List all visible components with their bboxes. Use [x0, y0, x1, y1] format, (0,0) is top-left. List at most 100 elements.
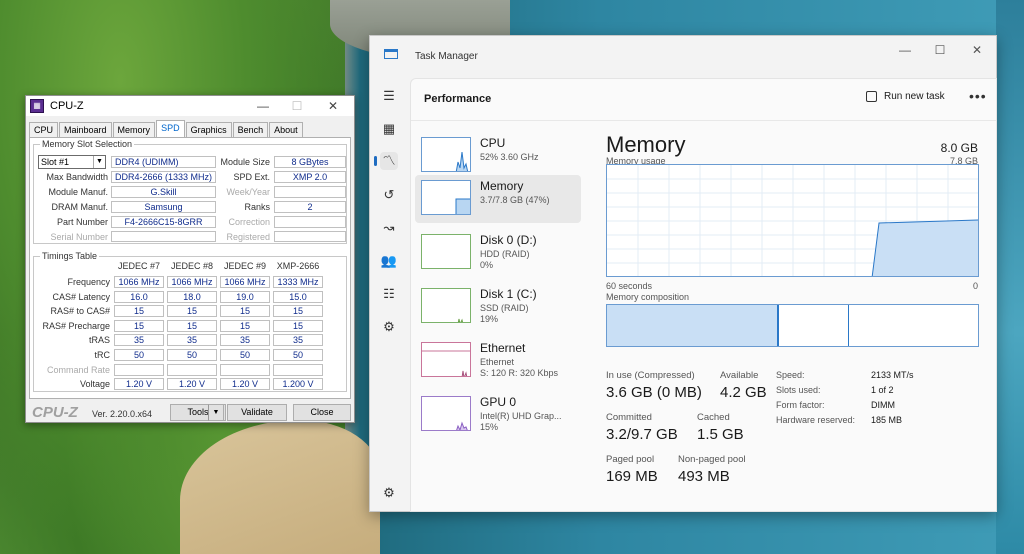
resource-sub: HDD (RAID) 0%: [480, 249, 530, 271]
close-button[interactable]: Close: [293, 404, 351, 421]
max-bandwidth: DDR4-2666 (1333 MHz): [111, 171, 216, 183]
cpuz-titlebar[interactable]: ▦ CPU-Z — ☐ ✕: [26, 96, 354, 116]
memory-usage-graph: [606, 164, 979, 277]
timing-cell: 1.20 V: [114, 378, 164, 391]
tm-sidebar: ☰ ▦ 〽 ↺ ↝ 👥 ☷ ⚙ ⚙: [370, 80, 408, 510]
resource-ethernet[interactable]: Ethernet Ethernet S: 120 R: 320 Kbps: [415, 337, 581, 385]
timing-cell: 1066 MHz: [220, 276, 270, 288]
slot-select[interactable]: Slot #1 ▼: [38, 155, 106, 169]
tm-titlebar[interactable]: Task Manager — ☐ ✕: [370, 36, 996, 70]
timing-cell: [273, 363, 323, 376]
timing-row-label: RAS# to CAS#: [50, 306, 110, 317]
slots-used-label: Slots used:: [776, 385, 821, 395]
ethernet-throughput: S: 120 R: 320 Kbps: [480, 368, 559, 378]
available-label: Available: [720, 370, 759, 381]
cpuz-app-icon: ▦: [30, 99, 44, 113]
timing-cell: 15: [114, 305, 164, 318]
timing-row-label: Frequency: [67, 277, 110, 287]
cpuz-title: CPU-Z: [50, 100, 84, 112]
performance-icon[interactable]: 〽: [374, 152, 398, 170]
timing-cell: 1066 MHz: [167, 276, 217, 288]
week-year-label: Week/Year: [226, 187, 270, 197]
nonpaged-pool-value: 493 MB: [678, 468, 730, 485]
memory-mini-graph: [421, 180, 471, 215]
timing-cell: 15.0: [273, 290, 323, 303]
hamburger-menu-icon[interactable]: ☰: [380, 87, 398, 105]
composition-in-use: [607, 305, 779, 346]
memory-slot-group: Memory Slot Selection Slot #1 ▼ DDR4 (UD…: [33, 139, 347, 244]
resource-memory[interactable]: Memory 3.7/7.8 GB (47%): [415, 175, 581, 223]
disk0-usage: 0%: [480, 260, 494, 270]
chevron-down-icon: ▼: [93, 156, 105, 168]
paged-pool-label: Paged pool: [606, 454, 655, 465]
graph-time-left: 60 seconds: [606, 281, 653, 291]
timing-cell: 35: [114, 334, 164, 347]
timing-row-label: RAS# Precharge: [42, 320, 110, 331]
minimize-icon[interactable]: —: [248, 96, 278, 116]
timing-row-label: tRC: [94, 350, 111, 360]
module-manuf: G.Skill: [111, 186, 216, 198]
settings-gear-icon[interactable]: ⚙: [380, 484, 398, 502]
timing-cell: 50: [273, 349, 323, 361]
resource-name: Ethernet: [480, 341, 526, 355]
gpu-usage: 15%: [480, 422, 499, 432]
resource-disk-1[interactable]: Disk 1 (C:) SSD (RAID) 19%: [415, 283, 581, 331]
startup-apps-icon[interactable]: ↝: [380, 219, 398, 237]
timing-cell: 1.200 V: [273, 378, 323, 391]
speed-label: Speed:: [776, 370, 805, 380]
nonpaged-pool-label: Non-paged pool: [678, 454, 746, 465]
part-number-label: Part Number: [56, 217, 108, 227]
col-jedec-9: JEDEC #9: [223, 261, 267, 271]
services-icon[interactable]: ⚙: [380, 318, 398, 336]
users-icon[interactable]: 👥: [380, 252, 398, 270]
maximize-icon[interactable]: ☐: [282, 96, 312, 116]
details-icon[interactable]: ☷: [380, 285, 398, 303]
maximize-icon[interactable]: ☐: [925, 40, 955, 60]
timing-cell: 16.0: [114, 290, 164, 303]
run-new-task-label: Run new task: [884, 91, 945, 102]
module-manuf-label: Module Manuf.: [48, 187, 108, 197]
resource-name: Disk 0 (D:): [480, 233, 537, 247]
registered: [274, 231, 346, 242]
task-manager-app-icon: [384, 49, 398, 59]
resource-sub: Ethernet S: 120 R: 320 Kbps: [480, 357, 558, 379]
minimize-icon[interactable]: —: [890, 40, 920, 60]
timing-cell: [220, 363, 270, 376]
resource-sub: Intel(R) UHD Grap... 15%: [480, 411, 562, 433]
timing-cell: [167, 363, 217, 376]
timing-cell: 50: [114, 349, 164, 361]
resource-disk-0[interactable]: Disk 0 (D:) HDD (RAID) 0%: [415, 229, 581, 277]
timing-row-label: Voltage: [79, 379, 110, 390]
cpuz-version: Ver. 2.20.0.x64: [92, 409, 153, 419]
timing-cell: 15: [273, 319, 323, 332]
close-icon[interactable]: ✕: [318, 96, 348, 116]
gpu-model: Intel(R) UHD Grap...: [480, 411, 562, 421]
tools-dropdown-icon[interactable]: ▼: [208, 404, 224, 421]
run-new-task-button[interactable]: Run new task: [866, 91, 945, 102]
cpuz-tabs: CPU Mainboard Memory SPD Graphics Bench …: [26, 116, 354, 140]
validate-button[interactable]: Validate: [227, 404, 287, 421]
close-icon[interactable]: ✕: [962, 40, 992, 60]
more-options-icon[interactable]: •••: [969, 88, 987, 104]
resource-cpu[interactable]: CPU 52% 3.60 GHz: [415, 132, 581, 180]
col-jedec-7: JEDEC #7: [117, 261, 161, 271]
ranks-label: Ranks: [244, 202, 270, 212]
graph-time-right: 0: [972, 281, 978, 291]
correction-label: Correction: [228, 217, 270, 227]
resource-sub: SSD (RAID) 19%: [480, 303, 529, 325]
disk1-type: SSD (RAID): [480, 303, 529, 313]
disk0-mini-graph: [421, 234, 471, 269]
app-history-icon[interactable]: ↺: [380, 186, 398, 204]
spd-ext-label: SPD Ext.: [233, 172, 270, 182]
module-size: 8 GBytes: [274, 156, 346, 168]
resource-sub: 52% 3.60 GHz: [480, 152, 539, 162]
timing-cell: 1.20 V: [167, 378, 217, 391]
correction: [274, 216, 346, 228]
composition-standby: [849, 305, 978, 346]
resource-gpu-0[interactable]: GPU 0 Intel(R) UHD Grap... 15%: [415, 391, 581, 439]
in-use-value: 3.6 GB (0 MB): [606, 384, 702, 401]
detail-total: 8.0 GB: [940, 141, 978, 155]
task-manager-window: Task Manager — ☐ ✕ ☰ ▦ 〽 ↺ ↝ 👥 ☷ ⚙ ⚙ Per…: [369, 35, 997, 512]
processes-icon[interactable]: ▦: [380, 120, 398, 138]
detail-title: Memory: [606, 132, 686, 157]
